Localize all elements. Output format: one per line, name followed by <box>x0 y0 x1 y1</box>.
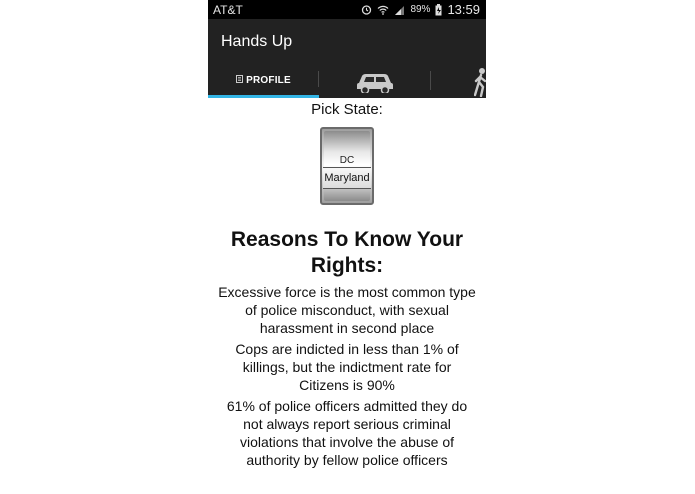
battery-percent: 89% <box>410 4 431 15</box>
reason-text: Excessive force is the most common type … <box>218 284 476 336</box>
alarm-icon <box>361 4 372 15</box>
status-bar: AT&T 89% 13:59 <box>208 0 486 19</box>
car-icon <box>355 67 395 96</box>
phone-screen: AT&T 89% 13:59 Hands Up PROFILE Pick Sta… <box>208 0 486 494</box>
state-picker[interactable]: DC Maryland <box>320 127 374 205</box>
battery-charging-icon <box>435 3 442 16</box>
signal-icon <box>394 5 405 15</box>
picker-wheel[interactable]: DC Maryland <box>323 131 371 201</box>
status-icons: 89% 13:59 <box>361 2 480 17</box>
tab-profile-label: PROFILE <box>246 74 291 86</box>
tab-car[interactable] <box>319 65 431 98</box>
app-title: Hands Up <box>221 33 293 50</box>
clock: 13:59 <box>447 2 480 17</box>
tab-profile[interactable]: PROFILE <box>208 65 319 98</box>
tab-walking[interactable] <box>431 65 486 98</box>
action-bar: Hands Up <box>208 19 486 65</box>
tab-bar: PROFILE <box>208 65 486 98</box>
picker-selected-state[interactable]: Maryland <box>323 167 371 189</box>
reason-text: 61% of police officers admitted they do … <box>226 398 468 468</box>
reasons-heading: Reasons To Know Your Rights: <box>230 228 464 277</box>
walking-person-icon <box>473 67 486 100</box>
pick-state-label: Pick State: <box>311 101 383 118</box>
reason-text: Cops are indicted in less than 1% of kil… <box>235 341 459 393</box>
picker-item-previous[interactable]: DC <box>324 155 370 166</box>
profile-content: Pick State: DC Maryland Reasons To Know … <box>208 100 486 469</box>
carrier-label: AT&T <box>213 2 243 17</box>
wifi-icon <box>377 5 389 15</box>
profile-icon <box>236 74 244 86</box>
